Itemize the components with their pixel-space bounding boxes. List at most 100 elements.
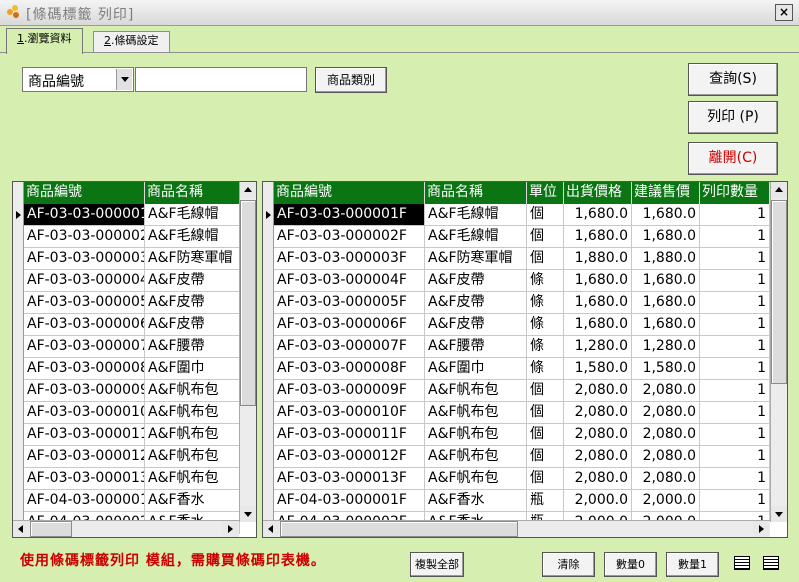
column-header[interactable]: 列印數量	[700, 182, 770, 204]
table-cell[interactable]: 條	[527, 292, 564, 313]
table-cell[interactable]: 2,080.0	[632, 468, 700, 489]
table-cell[interactable]: 1,680.0	[632, 292, 700, 313]
close-button[interactable]: ×	[775, 4, 793, 21]
vertical-scrollbar[interactable]	[770, 182, 787, 522]
table-cell[interactable]: AF-03-03-000011F	[274, 424, 425, 445]
table-cell[interactable]: 2,080.0	[564, 424, 632, 445]
table-cell[interactable]: 個	[527, 204, 564, 225]
table-cell[interactable]: 1	[700, 402, 770, 423]
table-row[interactable]: AF-03-03-000005 A&F皮帶	[24, 292, 240, 314]
horizontal-scrollbar[interactable]	[263, 520, 770, 537]
table-cell[interactable]: A&F帆布包	[425, 380, 527, 401]
scroll-thumb[interactable]	[280, 521, 518, 537]
qty-zero-button[interactable]: 數量0	[604, 552, 657, 577]
table-cell[interactable]: A&F圍巾	[425, 358, 527, 379]
table-cell[interactable]: A&F防寒軍帽	[425, 248, 527, 269]
table-cell[interactable]: A&F皮帶	[145, 314, 240, 335]
scroll-down-button[interactable]	[240, 506, 256, 522]
table-cell[interactable]: A&F皮帶	[145, 270, 240, 291]
table-cell[interactable]: AF-03-03-000006F	[274, 314, 425, 335]
table-cell[interactable]: 2,080.0	[632, 402, 700, 423]
table-cell[interactable]: AF-04-03-000001	[24, 490, 145, 511]
table-row[interactable]: AF-03-03-000006F A&F皮帶條 1,680.0 1,680.0 1	[274, 314, 770, 336]
table-row[interactable]: AF-03-03-000001F A&F毛線帽個 1,680.0 1,680.0 1	[274, 204, 770, 226]
table-row[interactable]: AF-03-03-000013 A&F帆布包	[24, 468, 240, 490]
table-cell[interactable]: 條	[527, 336, 564, 357]
scroll-thumb[interactable]	[30, 521, 72, 537]
table-cell[interactable]: 個	[527, 468, 564, 489]
table-cell[interactable]: 個	[527, 424, 564, 445]
table-cell[interactable]: 1	[700, 226, 770, 247]
table-cell[interactable]: 2,080.0	[564, 380, 632, 401]
table-row[interactable]: AF-04-03-000001 A&F香水	[24, 490, 240, 512]
column-header[interactable]: 商品編號	[274, 182, 425, 204]
table-cell[interactable]: 1	[700, 248, 770, 269]
table-cell[interactable]: 1	[700, 424, 770, 445]
table-cell[interactable]: 2,080.0	[632, 380, 700, 401]
table-cell[interactable]: A&F帆布包	[145, 402, 240, 423]
table-cell[interactable]: A&F腰帶	[145, 336, 240, 357]
table-row[interactable]: AF-03-03-000009F A&F帆布包個 2,080.0 2,080.0 1	[274, 380, 770, 402]
table-row[interactable]: AF-03-03-000010F A&F帆布包個 2,080.0 2,080.0 1	[274, 402, 770, 424]
table-cell[interactable]: AF-03-03-000007F	[274, 336, 425, 357]
table-cell[interactable]: AF-03-03-000005	[24, 292, 145, 313]
table-cell[interactable]: 2,000.0	[632, 490, 700, 511]
table-cell[interactable]: 條	[527, 358, 564, 379]
table-cell[interactable]: A&F毛線帽	[425, 204, 527, 225]
table-cell[interactable]: A&F帆布包	[145, 424, 240, 445]
column-header[interactable]: 出貨價格	[564, 182, 632, 204]
scroll-up-button[interactable]	[240, 182, 256, 198]
table-row[interactable]: AF-03-03-000011F A&F帆布包個 2,080.0 2,080.0 1	[274, 424, 770, 446]
table-cell[interactable]: A&F皮帶	[425, 270, 527, 291]
table-cell[interactable]: 1,680.0	[564, 226, 632, 247]
search-input[interactable]	[135, 67, 307, 92]
table-cell[interactable]: 2,080.0	[564, 446, 632, 467]
chevron-down-icon[interactable]	[116, 69, 132, 90]
table-row[interactable]: AF-04-03-000001F A&F香水瓶 2,000.0 2,000.0 1	[274, 490, 770, 512]
table-row[interactable]: AF-03-03-000012 A&F帆布包	[24, 446, 240, 468]
table-cell[interactable]: AF-03-03-000013F	[274, 468, 425, 489]
table-cell[interactable]: 1,680.0	[632, 270, 700, 291]
column-header[interactable]: 商品編號	[24, 182, 145, 204]
table-cell[interactable]: 1,680.0	[564, 270, 632, 291]
field-select[interactable]: 商品編號	[22, 67, 134, 92]
table-cell[interactable]: 2,000.0	[564, 490, 632, 511]
table-cell[interactable]: AF-03-03-000003	[24, 248, 145, 269]
table-cell[interactable]: AF-03-03-000011	[24, 424, 145, 445]
table-cell[interactable]: AF-03-03-000012	[24, 446, 145, 467]
table-row[interactable]: AF-03-03-000007F A&F腰帶條 1,280.0 1,280.0 1	[274, 336, 770, 358]
table-cell[interactable]: 1,680.0	[564, 314, 632, 335]
scroll-down-button[interactable]	[771, 506, 787, 522]
table-row[interactable]: AF-03-03-000009 A&F帆布包	[24, 380, 240, 402]
table-cell[interactable]: AF-03-03-000008F	[274, 358, 425, 379]
column-header[interactable]: 商品名稱	[145, 182, 240, 204]
table-cell[interactable]: A&F皮帶	[425, 292, 527, 313]
table-row[interactable]: AF-03-03-000013F A&F帆布包個 2,080.0 2,080.0 1	[274, 468, 770, 490]
table-cell[interactable]: AF-03-03-000010F	[274, 402, 425, 423]
table-cell[interactable]: AF-03-03-000004	[24, 270, 145, 291]
table-cell[interactable]: AF-03-03-000005F	[274, 292, 425, 313]
table-cell[interactable]: 個	[527, 402, 564, 423]
table-cell[interactable]: 2,080.0	[564, 402, 632, 423]
table-row[interactable]: AF-03-03-000002F A&F毛線帽個 1,680.0 1,680.0 1	[274, 226, 770, 248]
table-cell[interactable]: 1,280.0	[632, 336, 700, 357]
vertical-scrollbar[interactable]	[239, 182, 256, 522]
table-row[interactable]: AF-03-03-000005F A&F皮帶條 1,680.0 1,680.0 1	[274, 292, 770, 314]
tab-browse[interactable]: 1.瀏覽資料	[6, 28, 83, 54]
table-row[interactable]: AF-03-03-000003 A&F防寒軍帽	[24, 248, 240, 270]
column-header[interactable]: 商品名稱	[425, 182, 527, 204]
table-cell[interactable]: 1,680.0	[632, 314, 700, 335]
table-cell[interactable]: 1	[700, 270, 770, 291]
table-cell[interactable]: 1	[700, 314, 770, 335]
table-cell[interactable]: 1	[700, 204, 770, 225]
table-cell[interactable]: 1,680.0	[564, 204, 632, 225]
leave-button[interactable]: 離開(C)	[688, 142, 778, 175]
grid-view-icon[interactable]	[731, 552, 753, 574]
table-cell[interactable]: A&F香水	[145, 490, 240, 511]
table-row[interactable]: AF-03-03-000006 A&F皮帶	[24, 314, 240, 336]
table-row[interactable]: AF-03-03-000004 A&F皮帶	[24, 270, 240, 292]
table-cell[interactable]: 2,080.0	[564, 468, 632, 489]
table-cell[interactable]: A&F皮帶	[145, 292, 240, 313]
table-cell[interactable]: AF-03-03-000013	[24, 468, 145, 489]
table-cell[interactable]: 1,280.0	[564, 336, 632, 357]
